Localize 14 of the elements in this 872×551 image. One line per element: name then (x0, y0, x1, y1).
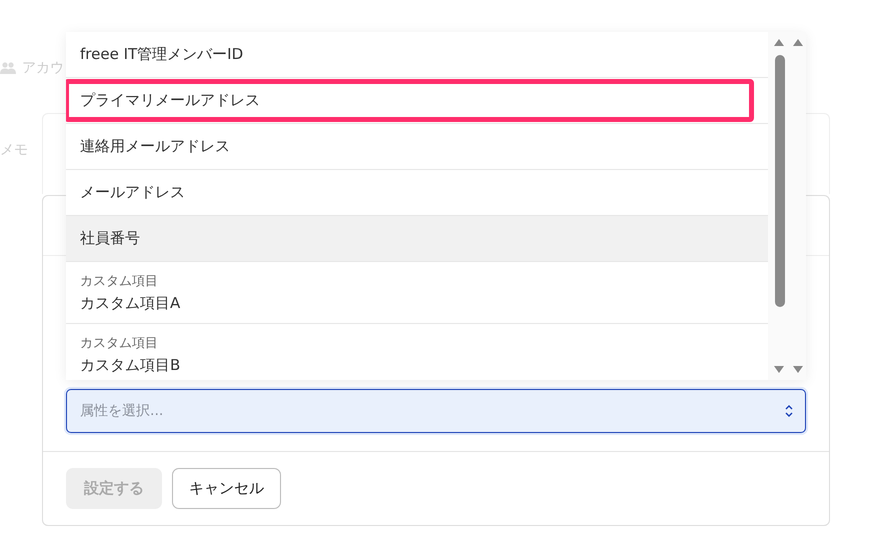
option-label: カスタム項目A (80, 294, 180, 313)
option-label: カスタム項目B (80, 356, 180, 375)
dropdown-option[interactable]: freee IT管理メンバーID (66, 32, 768, 78)
people-icon (0, 62, 16, 74)
dropdown-option[interactable]: プライマリメールアドレス (66, 78, 768, 124)
scrollbar[interactable] (768, 32, 806, 380)
scrollbar-thumb[interactable] (775, 55, 785, 307)
cancel-button[interactable]: キャンセル (172, 468, 281, 509)
option-group-label: カスタム項目 (80, 335, 158, 352)
dropdown-option[interactable]: カスタム項目 カスタム項目A (66, 262, 768, 324)
chevron-updown-icon (785, 404, 793, 418)
option-group-label: カスタム項目 (80, 273, 158, 290)
dropdown-option[interactable]: 連絡用メールアドレス (66, 124, 768, 170)
dropdown-option[interactable]: 社員番号 (66, 216, 768, 262)
